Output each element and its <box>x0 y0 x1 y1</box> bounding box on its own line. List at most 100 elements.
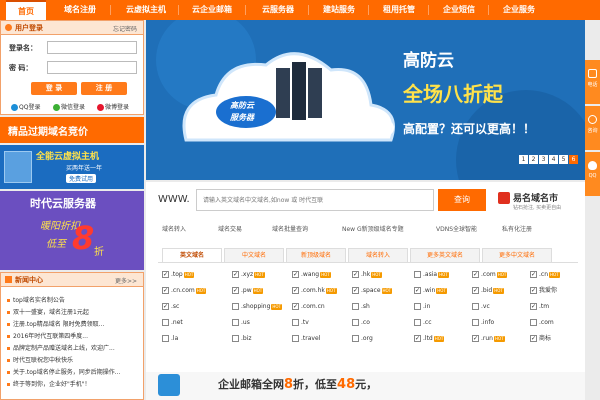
tld-option[interactable]: .sc <box>162 302 179 311</box>
tld-checkbox[interactable] <box>162 319 169 326</box>
tld-option[interactable]: .tv <box>292 318 309 327</box>
tld-option[interactable]: .wangHOT <box>292 270 331 279</box>
tld-option[interactable]: .net <box>162 318 183 327</box>
link-bulk-query[interactable]: 域名批量查询 <box>272 224 308 233</box>
tld-option[interactable]: .info <box>472 318 494 327</box>
link-transfer[interactable]: 域名转入 <box>162 224 186 233</box>
forgot-password-link[interactable]: 忘记密码 <box>113 24 137 33</box>
link-private-register[interactable]: 私有化注册 <box>502 224 532 233</box>
tld-checkbox[interactable] <box>414 334 421 343</box>
hero-page-dot[interactable]: 1 <box>519 155 528 164</box>
tld-option[interactable]: .com.hkHOT <box>292 286 337 295</box>
consult-float-button[interactable]: 咨询 <box>585 106 600 150</box>
tab-chinese-domain[interactable]: 中文域名 <box>224 248 284 262</box>
domain-search-input[interactable] <box>196 189 434 211</box>
brand-name[interactable]: 易名域名市 <box>513 191 558 204</box>
tld-checkbox[interactable] <box>232 270 239 279</box>
news-item[interactable]: 终于等到你，企业好"手机"！ <box>7 379 91 388</box>
tld-checkbox[interactable] <box>530 270 537 279</box>
tld-option[interactable]: .hkHOT <box>352 270 382 279</box>
tld-checkbox[interactable] <box>530 286 537 295</box>
tld-option[interactable]: .cnHOT <box>530 270 560 279</box>
tld-option[interactable]: .xyzHOT <box>232 270 265 279</box>
link-new-gtld[interactable]: New G新顶级域名专题 <box>342 224 404 233</box>
nav-item-virtual-host[interactable]: 云虚拟主机 <box>116 0 176 20</box>
tld-option[interactable]: .comHOT <box>472 270 508 279</box>
news-more-link[interactable]: 更多>> <box>115 276 137 285</box>
hero-page-dot[interactable]: 5 <box>559 155 568 164</box>
nav-item-email[interactable]: 云企业邮箱 <box>182 0 242 20</box>
tld-checkbox[interactable] <box>472 286 479 295</box>
news-item[interactable]: 注册.top精品域名 限时免费领取... <box>7 319 104 328</box>
nav-item-cloud-server[interactable]: 云服务器 <box>250 0 306 20</box>
tld-checkbox[interactable] <box>472 334 479 343</box>
tld-option[interactable]: .asia HOT <box>414 270 449 279</box>
tld-option[interactable]: .cn.comHOT <box>162 286 207 295</box>
phone-float-button[interactable]: 电话 <box>585 60 600 104</box>
tab-transfer[interactable]: 域名转入 <box>348 248 408 262</box>
virtual-host-banner[interactable]: 全能云虚拟主机 买两年送一年 免费试用 <box>0 145 144 189</box>
tld-checkbox[interactable] <box>162 270 169 279</box>
tld-checkbox[interactable] <box>162 335 169 342</box>
tld-option[interactable]: .bidHOT <box>472 286 504 295</box>
nav-item-site-build[interactable]: 建站服务 <box>312 0 366 20</box>
nav-item-sms[interactable]: 企业短信 <box>432 0 486 20</box>
account-input[interactable] <box>47 41 137 54</box>
hero-page-dot[interactable]: 2 <box>529 155 538 164</box>
tld-option[interactable]: .ltdHOT <box>414 334 445 343</box>
tld-checkbox[interactable] <box>530 319 537 326</box>
qq-login[interactable]: QQ登录 <box>11 102 40 111</box>
tld-checkbox[interactable] <box>414 319 421 326</box>
cloud-server-banner[interactable]: 时代云服务器 暖阳折扣 低至 8 折 <box>0 191 144 270</box>
nav-item-enterprise[interactable]: 企业服务 <box>492 0 546 20</box>
tld-checkbox[interactable] <box>232 286 239 295</box>
hero-page-dot[interactable]: 3 <box>539 155 548 164</box>
expired-domain-banner[interactable]: 精品过期域名竞价 <box>0 117 144 143</box>
tld-checkbox[interactable] <box>162 286 169 295</box>
tld-option[interactable]: .in <box>414 302 430 311</box>
register-button[interactable]: 注 册 <box>81 82 127 95</box>
news-item[interactable]: 时代互联祝您中秋快乐 <box>7 355 73 364</box>
tld-option[interactable]: 我爱你 <box>530 286 557 295</box>
tld-checkbox[interactable] <box>292 286 299 295</box>
tld-option[interactable]: .co <box>352 318 370 327</box>
tld-option[interactable]: .org <box>352 334 373 343</box>
tld-checkbox[interactable] <box>292 302 299 311</box>
tld-option[interactable]: .la <box>162 334 178 343</box>
hero-banner[interactable]: 高防云 服务器 高防云 全场八折起 高配置？还可以更高！！ 1 2 3 4 5 … <box>146 20 585 180</box>
tld-checkbox[interactable] <box>414 303 421 310</box>
nav-item-hosting[interactable]: 租用托管 <box>372 0 426 20</box>
tld-checkbox[interactable] <box>472 319 479 326</box>
tld-checkbox[interactable] <box>352 270 359 279</box>
tab-more-english[interactable]: 更多英文域名 <box>410 248 480 262</box>
tld-option[interactable]: .pwHOT <box>232 286 264 295</box>
tab-english-domain[interactable]: 英文域名 <box>162 248 222 262</box>
tld-option[interactable]: .winHOT <box>414 286 447 295</box>
tld-checkbox[interactable] <box>414 271 421 278</box>
tld-checkbox[interactable] <box>530 334 537 343</box>
wechat-login[interactable]: 微信登录 <box>53 102 85 111</box>
password-input[interactable] <box>47 61 137 74</box>
search-button[interactable]: 查询 <box>438 189 486 211</box>
tab-new-gtld[interactable]: 新顶级域名 <box>286 248 346 262</box>
tld-checkbox[interactable] <box>292 335 299 342</box>
login-button[interactable]: 登 录 <box>31 82 77 95</box>
tld-checkbox[interactable] <box>292 319 299 326</box>
tld-option[interactable]: .spaceHOT <box>352 286 393 295</box>
tld-option[interactable]: .topHOT <box>162 270 195 279</box>
tab-more-chinese[interactable]: 更多中文域名 <box>482 248 552 262</box>
tld-checkbox[interactable] <box>292 270 299 279</box>
tld-option[interactable]: 商标 <box>530 334 551 343</box>
news-item[interactable]: 双十一盛宴，域名注册1元起 <box>7 307 89 316</box>
tld-checkbox[interactable] <box>352 335 359 342</box>
email-promo-banner[interactable]: 企业邮箱全网8折，低至48元， <box>146 372 585 400</box>
tld-option[interactable]: .runHOT <box>472 334 505 343</box>
tld-checkbox[interactable] <box>414 286 421 295</box>
nav-item-home[interactable]: 首页 <box>6 0 46 20</box>
tld-checkbox[interactable] <box>352 303 359 310</box>
tld-option[interactable]: .cc <box>414 318 432 327</box>
qq-float-button[interactable]: QQ <box>585 152 600 196</box>
tld-option[interactable]: .sh <box>352 302 370 311</box>
news-item[interactable]: 品牌定制产品赠送域名上线，欢迎广... <box>7 343 115 352</box>
tld-option[interactable]: .com.cn <box>292 302 325 311</box>
